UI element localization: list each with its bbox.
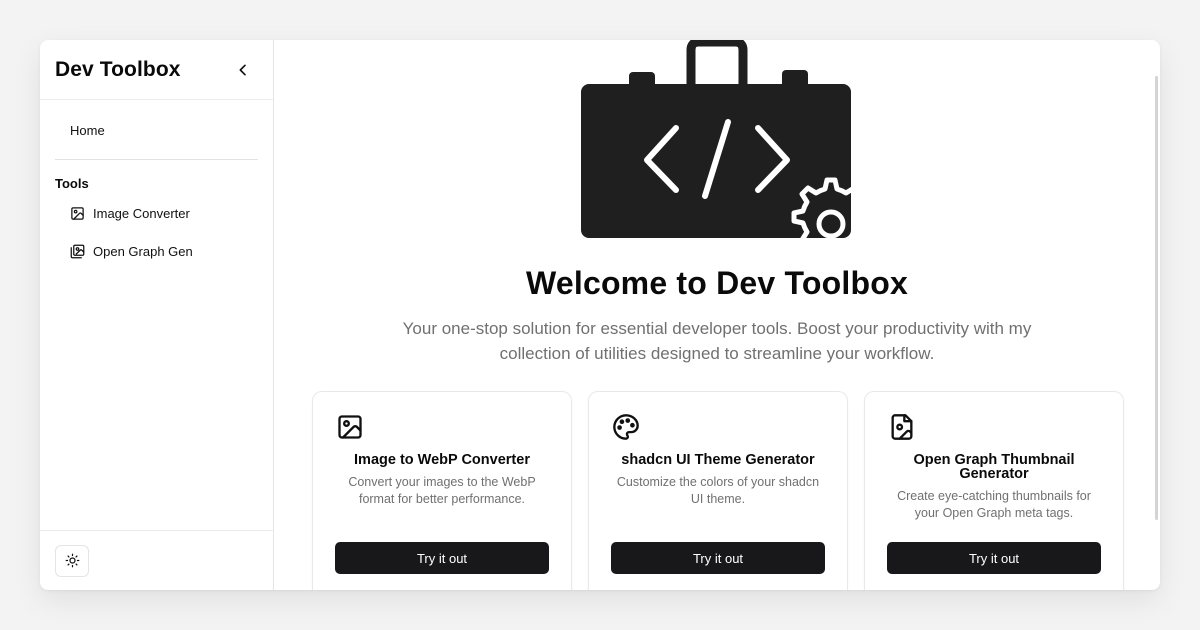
chevron-left-icon bbox=[239, 63, 246, 75]
sidebar-item-home[interactable]: Home bbox=[55, 116, 258, 144]
sidebar: Dev Toolbox Home Tools Image Converter O… bbox=[40, 40, 274, 590]
sidebar-header: Dev Toolbox bbox=[40, 40, 273, 100]
sidebar-item-open-graph-gen[interactable]: Open Graph Gen bbox=[55, 235, 258, 267]
card-title: Image to WebP Converter bbox=[354, 452, 530, 468]
palette-icon bbox=[613, 414, 639, 440]
card-description: Create eye-catching thumbnails for your … bbox=[897, 489, 1091, 520]
theme-toggle-button[interactable] bbox=[55, 544, 89, 577]
tool-card-image-converter: Image to WebP Converter Convert your ima… bbox=[312, 391, 572, 590]
card-title: shadcn UI Theme Generator bbox=[621, 452, 815, 468]
sidebar-item-image-converter[interactable]: Image Converter bbox=[55, 197, 258, 229]
sidebar-item-label: Open Graph Gen bbox=[93, 243, 193, 259]
sidebar-nav: Home Tools Image Converter Open Graph Ge… bbox=[40, 100, 273, 273]
sidebar-divider bbox=[55, 159, 258, 160]
tool-cards: Image to WebP Converter Convert your ima… bbox=[312, 391, 1124, 590]
main-content: Welcome to Dev Toolbox Your one-stop sol… bbox=[274, 40, 1160, 590]
sidebar-section-tools: Tools bbox=[55, 176, 89, 191]
card-description: Customize the colors of your shadcn UI t… bbox=[616, 475, 820, 506]
tool-card-theme-generator: shadcn UI Theme Generator Customize the … bbox=[588, 391, 848, 590]
try-it-out-button[interactable]: Try it out bbox=[335, 542, 549, 574]
page-title: Welcome to Dev Toolbox bbox=[526, 265, 908, 301]
card-title: Open Graph Thumbnail Generator bbox=[913, 452, 1075, 482]
image-icon bbox=[71, 206, 84, 220]
sidebar-item-label: Image Converter bbox=[93, 205, 190, 221]
app-window: Dev Toolbox Home Tools Image Converter O… bbox=[40, 40, 1160, 590]
try-it-out-button[interactable]: Try it out bbox=[887, 542, 1101, 574]
sun-icon bbox=[65, 553, 79, 568]
app-title: Dev Toolbox bbox=[55, 57, 181, 81]
sidebar-footer bbox=[40, 530, 273, 590]
try-it-out-button[interactable]: Try it out bbox=[611, 542, 825, 574]
sidebar-item-label: Home bbox=[70, 122, 105, 138]
toolbox-code-icon bbox=[581, 40, 871, 257]
tool-card-og-thumbnail: Open Graph Thumbnail Generator Create ey… bbox=[864, 391, 1124, 590]
file-image-icon bbox=[891, 414, 913, 440]
collapse-sidebar-button[interactable] bbox=[231, 58, 255, 82]
images-icon bbox=[70, 244, 85, 258]
card-description: Convert your images to the WebP format f… bbox=[348, 475, 536, 506]
image-icon bbox=[338, 415, 362, 439]
page-subtitle: Your one-stop solution for essential dev… bbox=[402, 319, 1032, 363]
